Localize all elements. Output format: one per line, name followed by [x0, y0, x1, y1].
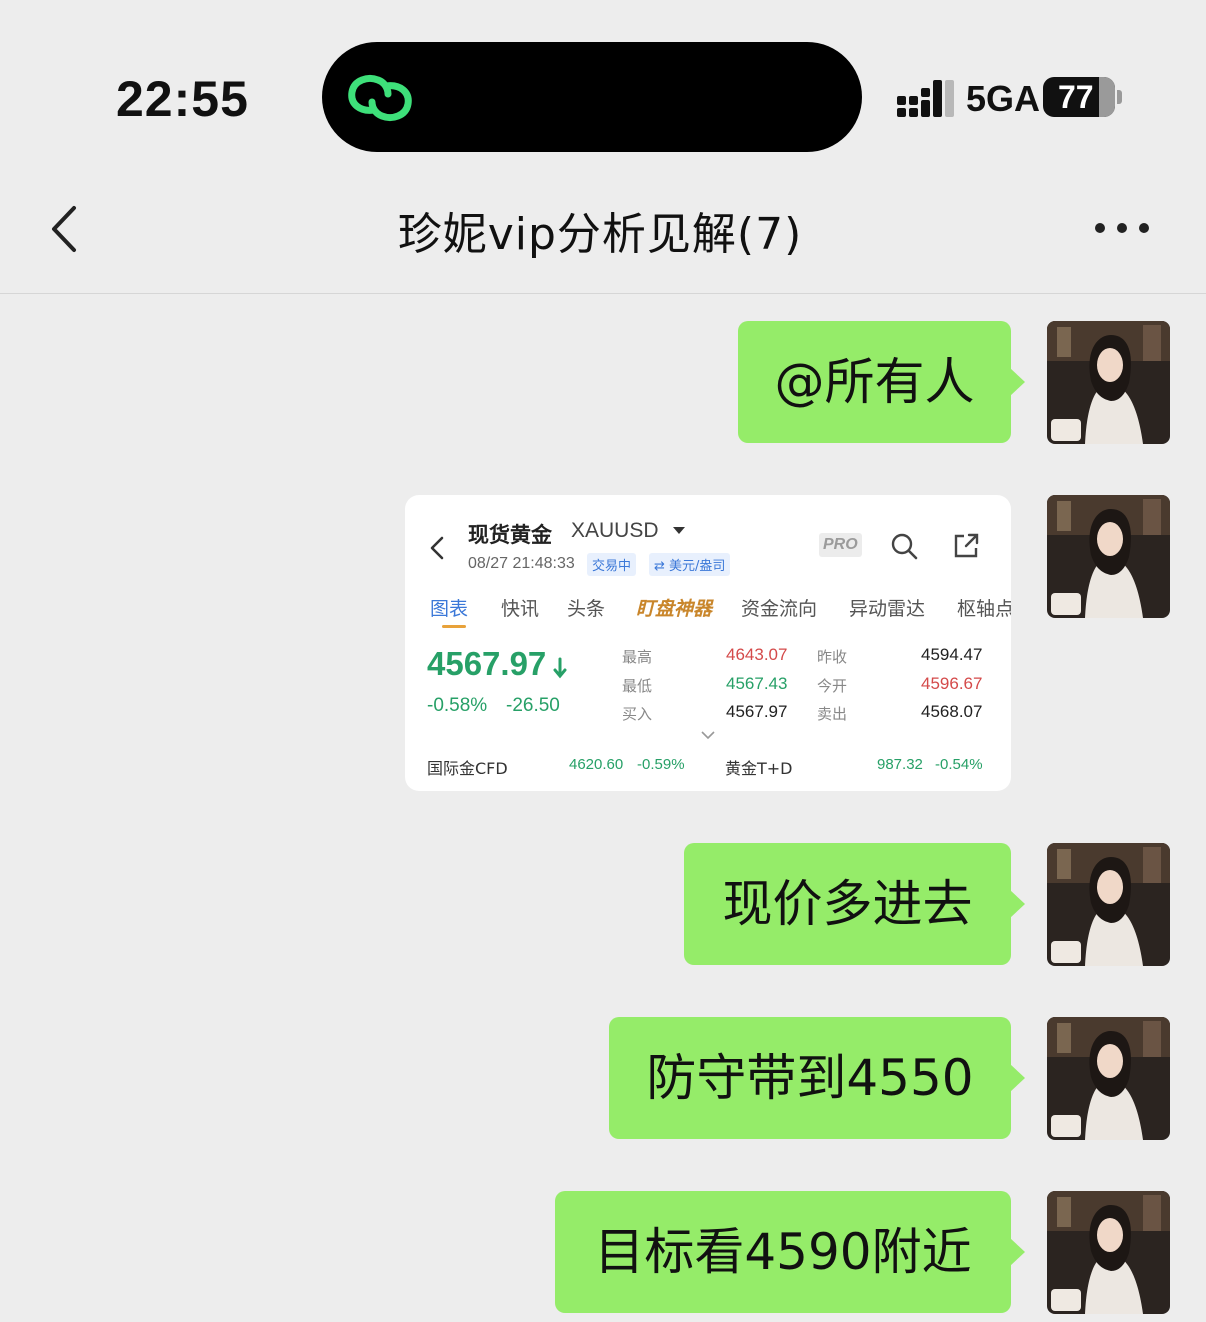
card-tab-pivot: 枢轴点	[957, 598, 1011, 620]
footer-instrument-price: 4620.60	[569, 756, 624, 773]
message-bubble[interactable]: 目标看4590附近	[555, 1191, 1025, 1313]
avatar-photo	[1047, 321, 1170, 444]
stat-label: 最高	[622, 648, 653, 666]
avatar[interactable]	[1047, 1017, 1170, 1140]
battery-tip	[1117, 90, 1122, 104]
stat-value-open: 4596.67	[921, 674, 983, 693]
search-icon	[891, 533, 918, 560]
nav-divider	[0, 293, 1206, 294]
back-chevron-icon[interactable]	[48, 204, 80, 254]
instrument-symbol: XAUUSD	[571, 519, 659, 542]
status-time: 22:55	[116, 71, 249, 127]
stat-value-low: 4567.43	[726, 674, 788, 693]
dynamic-island	[322, 42, 862, 152]
card-tab-chart: 图表	[430, 598, 469, 620]
card-tab-radar: 异动雷达	[849, 598, 926, 620]
expand-chevron-icon	[701, 731, 715, 740]
trading-status-badge: 交易中	[587, 553, 637, 576]
current-price: 4567.97	[427, 645, 547, 682]
stat-value-prev-close: 4594.47	[921, 645, 983, 664]
down-arrow-icon	[553, 657, 567, 679]
caret-down-icon	[673, 527, 685, 534]
battery-empty-segment	[1099, 77, 1115, 117]
message-text: 现价多进去	[722, 875, 973, 933]
message-text: 防守带到4550	[646, 1049, 974, 1107]
change-percent: -0.58%	[427, 695, 488, 716]
avatar-photo	[1047, 495, 1170, 618]
footer-instrument-name: 国际金CFD	[427, 759, 508, 778]
battery-indicator: 77	[1043, 77, 1115, 117]
battery-percent: 77	[1058, 79, 1094, 115]
stat-label: 最低	[622, 677, 653, 695]
card-tab-flash: 快讯	[501, 598, 540, 620]
signal-strength-icon	[897, 80, 954, 117]
message-bubble[interactable]: 现价多进去	[684, 843, 1025, 965]
stat-label: 今开	[817, 677, 848, 695]
message-text: @所有人	[774, 353, 975, 411]
instrument-name: 现货黄金	[468, 523, 552, 547]
card-back-icon	[430, 536, 444, 560]
avatar-photo	[1047, 1191, 1170, 1314]
avatar-photo	[1047, 1017, 1170, 1140]
stat-label: 买入	[622, 705, 653, 723]
stat-value-ask: 4568.07	[921, 702, 983, 721]
avatar[interactable]	[1047, 1191, 1170, 1314]
footer-instrument-name: 黄金T+D	[725, 759, 793, 778]
card-tab-headlines: 头条	[567, 598, 606, 620]
network-type: 5GA	[966, 78, 1041, 119]
link-rings-icon	[348, 75, 412, 121]
quote-screenshot-card[interactable]: 现货黄金 XAUUSD 08/27 21:48:33 交易中 ⇄ 美元/盎司 P…	[405, 495, 1011, 791]
active-tab-underline	[442, 625, 466, 628]
stat-label: 昨收	[817, 648, 848, 666]
change-absolute: -26.50	[506, 695, 560, 716]
share-icon	[954, 533, 979, 558]
avatar-photo	[1047, 843, 1170, 966]
card-tab-capital-flow: 资金流向	[741, 598, 818, 620]
stat-label: 卖出	[817, 705, 848, 723]
message-bubble[interactable]: @所有人	[738, 321, 1025, 443]
avatar[interactable]	[1047, 321, 1170, 444]
stat-value-high: 4643.07	[726, 645, 788, 664]
more-options-icon[interactable]	[1094, 222, 1150, 234]
stat-value-bid: 4567.97	[726, 702, 788, 721]
pro-badge: PRO	[819, 533, 862, 557]
chat-title: 珍妮vip分析见解(7)	[397, 209, 803, 260]
footer-instrument-price: 987.32	[877, 756, 923, 773]
footer-instrument-change: -0.54%	[935, 756, 983, 773]
footer-instrument-change: -0.59%	[637, 756, 685, 773]
quote-datetime: 08/27 21:48:33	[468, 555, 575, 572]
currency-badge: ⇄ 美元/盎司	[649, 553, 731, 576]
avatar[interactable]	[1047, 495, 1170, 618]
card-tab-watch-tool: 盯盘神器	[636, 598, 713, 620]
message-text: 目标看4590附近	[594, 1223, 972, 1281]
avatar[interactable]	[1047, 843, 1170, 966]
message-bubble[interactable]: 防守带到4550	[609, 1017, 1025, 1139]
